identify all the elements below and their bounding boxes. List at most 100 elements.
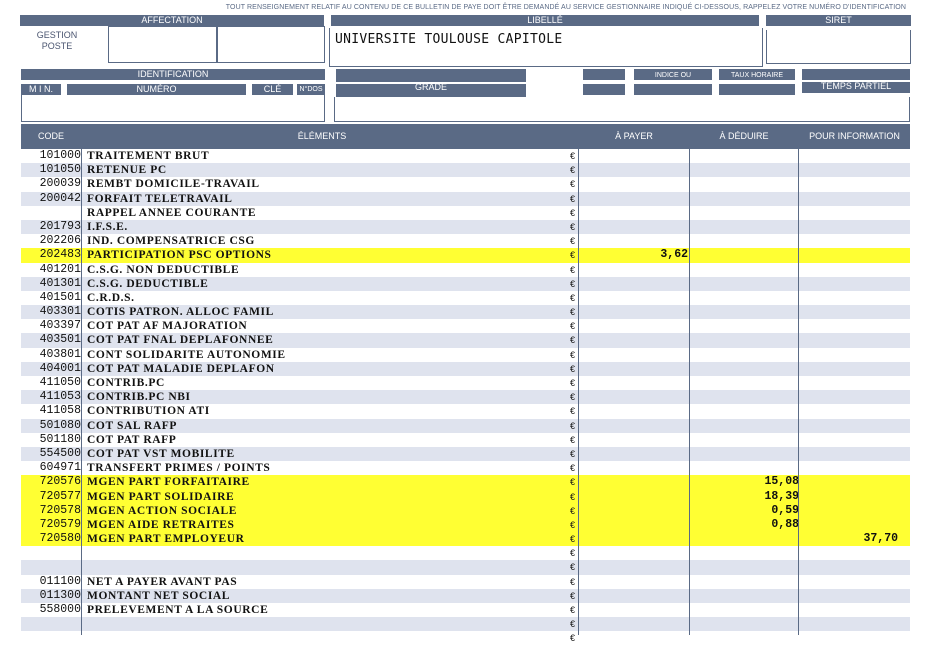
row-pour-information xyxy=(800,475,898,489)
row-currency: € xyxy=(569,576,575,587)
row-currency: € xyxy=(569,534,575,545)
taux-horaire-header: TAUX HORAIRE xyxy=(719,69,795,80)
row-a-deduire xyxy=(691,447,799,461)
row-currency: € xyxy=(569,562,575,573)
row-currency: € xyxy=(569,335,575,346)
row-a-payer xyxy=(580,277,688,291)
row-code xyxy=(21,206,81,220)
row-pour-information xyxy=(800,149,898,163)
pay-table: CODE ÉLÉMENTS À PAYER À DÉDUIRE POUR INF… xyxy=(21,124,910,646)
table-row: 403301 COTIS PATRON. ALLOC FAMIL € xyxy=(21,305,910,320)
row-label: C.R.D.S. xyxy=(87,291,135,304)
row-code: 202206 xyxy=(39,234,81,248)
col-code-header: CODE xyxy=(37,131,64,141)
row-a-payer xyxy=(580,631,688,645)
row-currency: € xyxy=(569,519,575,530)
row-label: MGEN ACTION SOCIALE xyxy=(87,504,238,517)
row-a-payer xyxy=(580,362,688,376)
row-code: 411058 xyxy=(39,404,81,418)
row-code xyxy=(21,631,81,645)
row-code: 403501 xyxy=(39,333,81,347)
table-row: 554500 COT PAT VST MOBILITE € xyxy=(21,446,910,462)
col-a-deduire-header: À DÉDUIRE xyxy=(719,131,769,141)
notice-text: TOUT RENSEIGNEMENT RELATIF AU CONTENU DE… xyxy=(225,4,906,11)
row-a-deduire xyxy=(691,206,799,220)
row-pour-information xyxy=(800,291,898,305)
row-a-payer xyxy=(580,433,688,447)
row-a-deduire xyxy=(691,333,799,347)
identification-header: IDENTIFICATION xyxy=(21,69,325,80)
row-a-deduire: 0,59 xyxy=(771,503,799,517)
col-divider xyxy=(689,149,690,635)
row-a-deduire xyxy=(691,560,799,574)
row-pour-information xyxy=(800,220,898,234)
row-code: 501080 xyxy=(39,418,81,432)
table-row: RAPPEL ANNEE COURANTE € xyxy=(21,205,910,220)
row-a-deduire xyxy=(691,248,799,262)
row-code: 411050 xyxy=(39,376,81,389)
table-row: 720576 MGEN PART FORFAITAIRE €15,08 xyxy=(21,475,910,490)
table-row: 401301 C.S.G. DEDUCTIBLE € xyxy=(21,276,910,291)
row-currency: € xyxy=(569,264,575,275)
row-label: CONT SOLIDARITE AUTONOMIE xyxy=(87,348,286,361)
row-a-deduire xyxy=(691,589,799,603)
row-pour-information: 37,70 xyxy=(863,532,898,546)
row-pour-information xyxy=(800,447,898,461)
row-a-payer xyxy=(580,206,688,220)
row-code: 202483 xyxy=(39,248,81,262)
row-code: 720580 xyxy=(39,532,81,546)
table-row: 202483 PARTICIPATION PSC OPTIONS €3,62 xyxy=(21,248,910,263)
row-code: 720576 xyxy=(39,475,81,489)
col-a-payer-header: À PAYER xyxy=(615,131,653,141)
row-pour-information xyxy=(800,617,898,631)
row-pour-information xyxy=(800,177,898,191)
row-code: 501180 xyxy=(39,432,81,446)
poste-box xyxy=(217,26,325,63)
row-a-deduire xyxy=(691,546,799,560)
row-label: RETENUE PC xyxy=(87,164,167,177)
row-pour-information xyxy=(800,305,898,319)
table-row: 720577 MGEN PART SOLIDAIRE €18,39 xyxy=(21,489,910,504)
row-a-payer xyxy=(580,333,688,347)
col-pour-information-header: POUR INFORMATION xyxy=(809,131,900,141)
min-header: M I N. xyxy=(21,84,61,95)
table-row: 720578 MGEN ACTION SOCIALE €0,59 xyxy=(21,503,910,518)
table-row: 411050 CONTRIB.PC € xyxy=(21,376,910,391)
row-code xyxy=(21,560,81,574)
col-elements-header: ÉLÉMENTS xyxy=(297,131,347,141)
row-currency: € xyxy=(569,590,575,601)
row-label: REMBT DOMICILE-TRAVAIL xyxy=(87,178,260,191)
libelle-header: LIBELLÉ xyxy=(331,15,759,26)
row-a-deduire xyxy=(691,433,799,447)
row-a-deduire xyxy=(691,177,799,191)
row-label: C.S.G. NON DEDUCTIBLE xyxy=(87,263,240,276)
row-currency: € xyxy=(569,321,575,332)
row-label: RAPPEL ANNEE COURANTE xyxy=(87,206,257,219)
row-a-payer xyxy=(580,589,688,603)
row-currency: € xyxy=(569,619,575,630)
row-label xyxy=(87,617,565,631)
col-divider xyxy=(578,149,579,635)
row-a-deduire xyxy=(691,575,799,589)
row-a-payer xyxy=(580,419,688,433)
row-a-deduire xyxy=(691,220,799,234)
table-row: 558000 PRELEVEMENT A LA SOURCE € xyxy=(21,603,910,618)
gestion-box xyxy=(108,26,217,63)
indice-header-2 xyxy=(634,84,712,95)
row-a-payer xyxy=(580,390,688,404)
row-label: CONTRIB.PC xyxy=(87,377,165,389)
row-a-payer xyxy=(580,617,688,631)
row-currency: € xyxy=(569,292,575,303)
table-row: € xyxy=(21,546,910,561)
row-code: 720577 xyxy=(39,489,81,503)
table-row: € xyxy=(21,560,910,575)
row-a-payer xyxy=(580,532,688,546)
table-row: € xyxy=(21,617,910,632)
row-pour-information xyxy=(800,589,898,603)
row-currency: € xyxy=(569,420,575,431)
row-a-payer xyxy=(580,263,688,277)
table-body: 101000 TRAITEMENT BRUT €101050 RETENUE PC €2… xyxy=(21,149,910,646)
row-a-payer xyxy=(580,177,688,191)
row-code: 720578 xyxy=(39,503,81,517)
row-pour-information xyxy=(800,504,898,518)
